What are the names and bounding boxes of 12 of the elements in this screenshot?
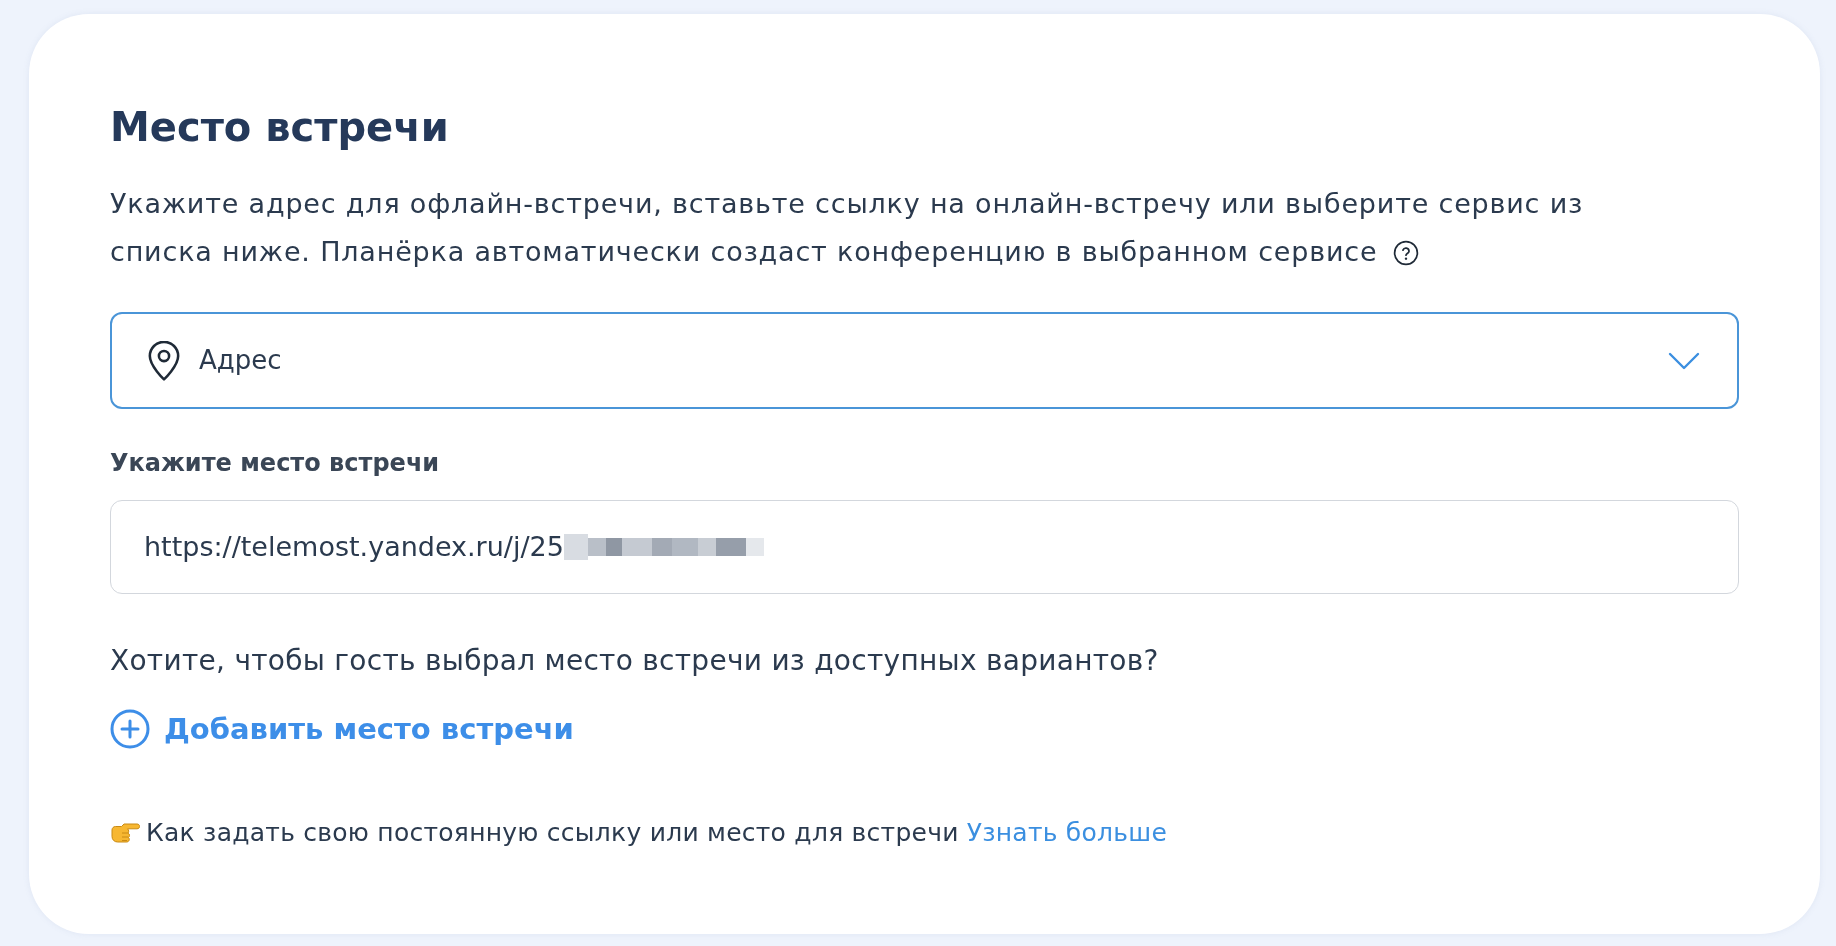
section-title: Место встречи — [110, 105, 449, 149]
help-icon[interactable] — [1393, 240, 1420, 266]
meeting-link-input[interactable]: https://telemost.yandex.ru/j/25 — [110, 500, 1739, 594]
guest-choice-question: Хотите, чтобы гость выбрал место встречи из доступных вариантов? — [110, 644, 1159, 678]
section-description: Укажите адрес для офлайн-встречи, вставьте ссылку на онлайн-встречу или выберите сервис из списка ниже. Планёрка автоматически создаст конференцию в выбранном сервисе — [110, 187, 1585, 269]
chevron-down-icon — [1668, 351, 1700, 370]
pointing-hand-icon — [110, 821, 140, 845]
plus-circle-icon — [110, 709, 150, 749]
hint-text: Как задать свою постоянную ссылку или место для встречи — [146, 818, 959, 848]
meeting-place-label: Укажите место встречи — [110, 449, 440, 477]
location-type-select[interactable]: Адрес — [110, 312, 1739, 409]
map-pin-icon — [147, 340, 181, 381]
